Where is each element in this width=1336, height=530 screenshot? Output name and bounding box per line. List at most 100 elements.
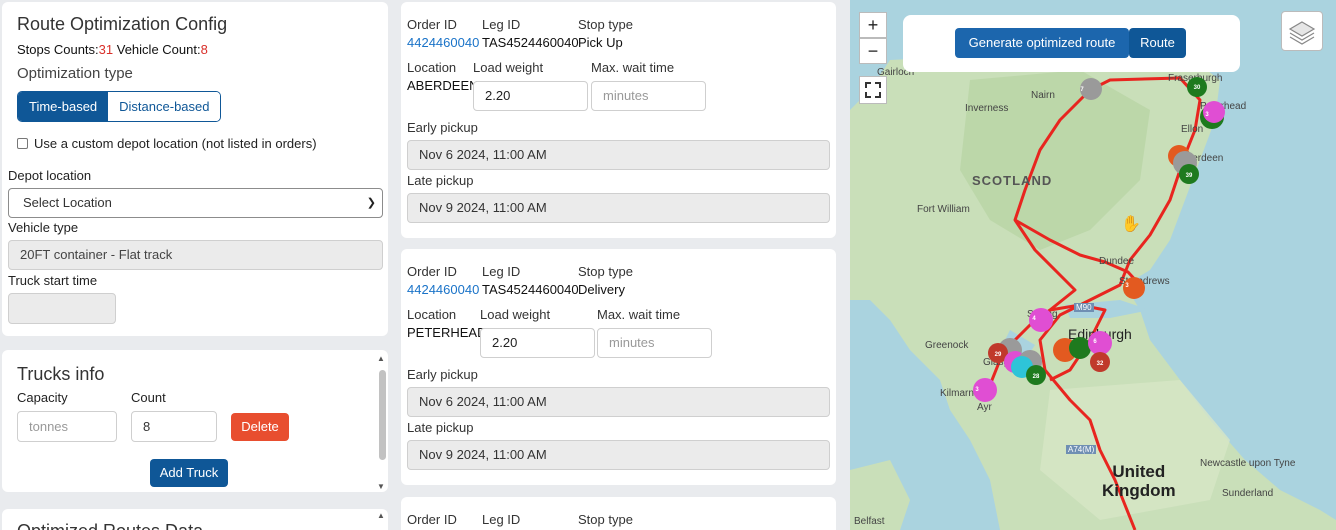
route-button[interactable]: Route (1129, 28, 1186, 58)
trucks-info-panel: Trucks info Capacity Count tonnes 8 Dele… (2, 350, 388, 492)
order-id-label: Order ID (407, 512, 457, 527)
vehicle-type-label: Vehicle type (8, 220, 79, 235)
order-card: Order ID Leg ID Stop type (401, 497, 836, 530)
truck-start-label: Truck start time (8, 273, 98, 288)
hand-cursor-icon: ✋ (1121, 216, 1141, 233)
map-label-glasgow: Glasgow (983, 357, 1022, 368)
vehicle-count-label: Vehicle Count: (116, 42, 201, 57)
order-card: Order ID Leg ID Stop type 4424460040 TAS… (401, 2, 836, 238)
map-label-scotland: SCOTLAND (972, 173, 1053, 188)
map-label-stirling: Stirling (1027, 309, 1058, 320)
map-label-nairn: Nairn (1031, 90, 1055, 101)
capacity-label: Capacity (17, 390, 68, 405)
stop-type-value: Pick Up (578, 35, 623, 50)
vehicle-count-value: 8 (200, 42, 208, 57)
zoom-in-button[interactable]: + (859, 12, 887, 38)
leg-id-label: Leg ID (482, 512, 521, 527)
map-label-greenock: Greenock (925, 340, 969, 351)
load-weight-label: Load weight (480, 307, 551, 322)
custom-depot-checkbox[interactable] (17, 138, 28, 149)
depot-location-value: Select Location (23, 195, 112, 210)
scroll-down-icon[interactable]: ▼ (377, 482, 385, 491)
map-label-m90: M90 (1074, 303, 1094, 312)
custom-depot-row: Use a custom depot location (not listed … (17, 136, 317, 151)
route-config-panel: Route Optimization Config Stops Counts:3… (2, 2, 388, 336)
order-id-label: Order ID (407, 17, 457, 32)
distance-based-button[interactable]: Distance-based (108, 92, 221, 121)
load-weight-input[interactable]: 2.20 (480, 328, 595, 358)
route-map[interactable]: SCOTLAND Edinburgh Dundee Inverness Nair… (850, 0, 1336, 530)
stops-count-value: 31 (98, 42, 114, 57)
leg-id-value: TAS4524460040 (482, 282, 579, 297)
zoom-out-button[interactable]: − (859, 38, 887, 64)
chevron-down-icon: ❯ (366, 197, 376, 209)
generate-optimized-route-button[interactable]: Generate optimized route (955, 28, 1129, 58)
optimized-routes-title: Optimized Routes Data (17, 521, 203, 530)
delete-truck-button[interactable]: Delete (231, 413, 289, 441)
leg-id-value: TAS4524460040 (482, 35, 579, 50)
map-label-uk-line2: Kingdom (1102, 481, 1176, 500)
vehicle-type-field: 20FT container - Flat track (8, 240, 383, 270)
add-truck-button[interactable]: Add Truck (150, 459, 228, 487)
layers-icon (1288, 21, 1316, 45)
stops-count-label: Stops Counts: (17, 42, 99, 57)
capacity-input[interactable]: tonnes (17, 411, 117, 442)
map-label-kilmarnock: Kilmarnock (940, 388, 990, 399)
map-label-united-kingdom: United Kingdom (1102, 462, 1176, 500)
map-label-edinburgh: Edinburgh (1068, 326, 1132, 342)
location-label: Location (407, 307, 457, 322)
max-wait-label: Max. wait time (597, 307, 681, 322)
map-label-belfast: Belfast (854, 516, 885, 527)
depot-location-label: Depot location (8, 168, 92, 183)
map-label-dundee: Dundee (1099, 256, 1135, 267)
stop-type-label: Stop type (578, 264, 633, 279)
count-label: Count (131, 390, 166, 405)
custom-depot-label: Use a custom depot location (not listed … (34, 136, 317, 151)
time-based-button[interactable]: Time-based (18, 92, 109, 121)
scroll-up-icon[interactable]: ▲ (377, 354, 385, 363)
route-controls: Generate optimized route Route (903, 15, 1240, 72)
stop-type-label: Stop type (578, 512, 633, 527)
config-title: Route Optimization Config (17, 14, 228, 34)
map-label-newcastle: Newcastle upon Tyne (1200, 458, 1296, 469)
early-pickup-label: Early pickup (407, 120, 478, 135)
order-id-label: Order ID (407, 264, 457, 279)
fullscreen-button[interactable] (859, 76, 887, 104)
map-label-st-andrews: St Andrews (1119, 276, 1170, 287)
order-card: Order ID Leg ID Stop type 4424460040 TAS… (401, 249, 836, 485)
map-label-uk-line1: United (1112, 462, 1166, 481)
optimized-routes-panel: Optimized Routes Data ▲ (2, 509, 388, 530)
leg-id-label: Leg ID (482, 17, 521, 32)
early-pickup-field[interactable]: Nov 6 2024, 11:00 AM (407, 140, 830, 170)
stop-type-label: Stop type (578, 17, 633, 32)
map-label-fraserburgh: Fraserburgh (1168, 73, 1223, 84)
location-value: PETERHEAD (407, 325, 487, 340)
max-wait-input[interactable]: minutes (597, 328, 712, 358)
map-label-sunderland: Sunderland (1222, 488, 1274, 499)
max-wait-input[interactable]: minutes (591, 81, 706, 111)
trucks-info-title: Trucks info (17, 364, 105, 384)
optimization-type-label: Optimization type (17, 65, 133, 82)
leg-id-label: Leg ID (482, 264, 521, 279)
early-pickup-field[interactable]: Nov 6 2024, 11:00 AM (407, 387, 830, 417)
scroll-up-icon[interactable]: ▲ (377, 511, 385, 520)
max-wait-label: Max. wait time (591, 60, 675, 75)
late-pickup-field[interactable]: Nov 9 2024, 11:00 AM (407, 193, 830, 223)
late-pickup-label: Late pickup (407, 420, 474, 435)
early-pickup-label: Early pickup (407, 367, 478, 382)
scrollbar-thumb[interactable] (379, 370, 386, 460)
late-pickup-field[interactable]: Nov 9 2024, 11:00 AM (407, 440, 830, 470)
count-input[interactable]: 8 (131, 411, 217, 442)
late-pickup-label: Late pickup (407, 173, 474, 188)
load-weight-input[interactable]: 2.20 (473, 81, 588, 111)
map-label-aberdeen: Aberdeen (1180, 153, 1224, 164)
truck-start-input[interactable] (8, 293, 116, 324)
map-label-peterhead: Peterhead (1200, 101, 1247, 112)
depot-location-select[interactable]: Select Location ❯ (8, 188, 383, 218)
counts-line: Stops Counts:31 Vehicle Count:8 (17, 42, 208, 57)
layers-button[interactable] (1281, 11, 1323, 51)
order-id-link[interactable]: 4424460040 (407, 282, 479, 297)
order-id-link[interactable]: 4424460040 (407, 35, 479, 50)
stop-type-value: Delivery (578, 282, 625, 297)
optimization-type-toggle: Time-based Distance-based (17, 91, 222, 122)
